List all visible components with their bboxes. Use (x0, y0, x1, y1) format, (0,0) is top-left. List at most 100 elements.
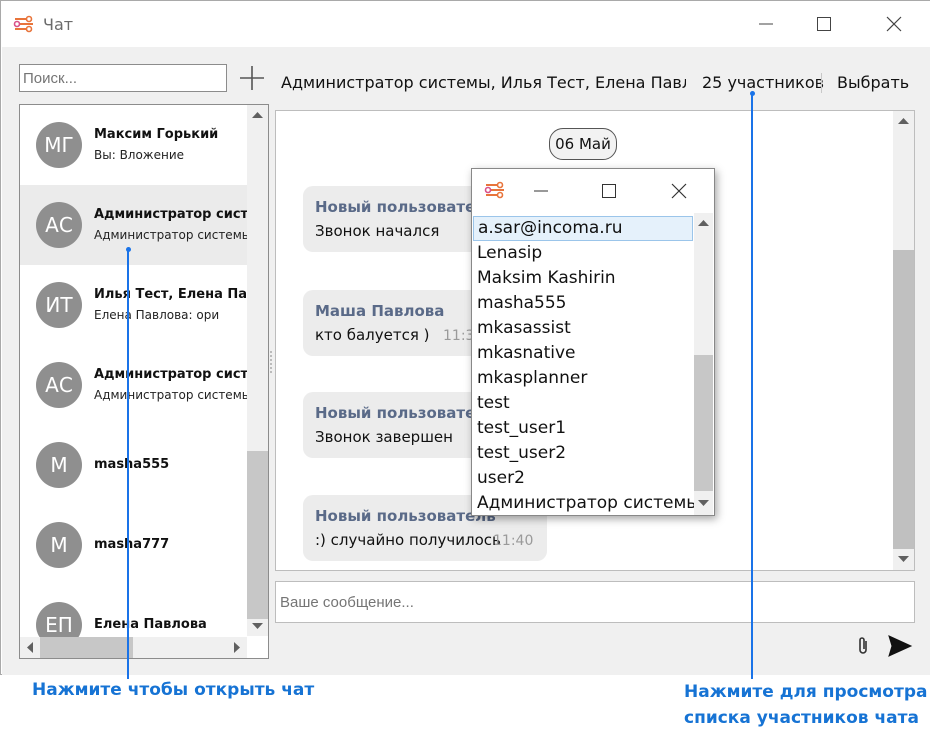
title-bar[interactable]: Чат (1, 1, 931, 47)
annotation-view-participants: Нажмите для просмотра (684, 682, 928, 702)
participant-item[interactable]: mkasnative (473, 341, 693, 366)
popup-close-button[interactable] (656, 169, 702, 212)
scroll-up-icon[interactable] (698, 219, 709, 227)
chat-preview: Администратор системы: (94, 388, 247, 402)
search-input[interactable] (19, 64, 227, 92)
date-separator: 06 Май (549, 128, 617, 160)
chat-window: Чат Администратор системы, Илья Тест, Ел… (0, 0, 931, 675)
participant-item[interactable]: Lenasip (473, 241, 693, 266)
chat-name: Елена Павлова (94, 617, 207, 632)
minimize-icon (534, 190, 548, 191)
message-vertical-scrollbar[interactable] (893, 111, 914, 570)
message-time: 11:3 (443, 328, 475, 344)
chat-list: МГ Максим Горький Вы: Вложение АС Админи… (19, 104, 269, 659)
chat-list-horizontal-scrollbar[interactable] (20, 637, 247, 658)
scroll-track (247, 125, 268, 447)
scroll-up-icon[interactable] (898, 117, 909, 125)
close-button[interactable] (871, 1, 917, 47)
participant-item[interactable]: test (473, 391, 693, 416)
chat-preview: Администратор системы: (94, 228, 247, 242)
scroll-thumb[interactable] (893, 250, 914, 549)
chat-name: Администратор системы (94, 367, 247, 382)
message-text: кто балуется ) (315, 326, 430, 344)
splitter-handle[interactable] (270, 351, 274, 373)
chat-list-item[interactable]: М masha777 (20, 505, 247, 585)
annotation-line (127, 249, 129, 679)
participant-item[interactable]: mkasassist (473, 316, 693, 341)
participant-item[interactable]: mkasplanner (473, 366, 693, 391)
message-sender: Новый пользователь (315, 404, 496, 422)
chat-list-item[interactable]: АС Администратор системы Администратор с… (20, 345, 247, 425)
app-logo-icon (484, 181, 504, 199)
annotation-view-participants-2: списка участников чата (684, 708, 919, 728)
popup-minimize-button[interactable] (518, 169, 564, 212)
chat-preview: Елена Павлова: ори (94, 308, 220, 322)
participant-item[interactable]: a.sar@incoma.ru (473, 216, 693, 241)
avatar: МГ (36, 122, 82, 168)
scroll-right-icon[interactable] (233, 642, 241, 653)
popup-title-bar[interactable] (472, 169, 714, 212)
participant-item[interactable]: Maksim Kashirin (473, 266, 693, 291)
participant-item[interactable]: user2 (473, 466, 693, 491)
chat-name: masha777 (94, 537, 170, 552)
message-sender: Маша Павлова (315, 302, 445, 320)
participant-item[interactable]: test_user2 (473, 441, 693, 466)
participants-button[interactable]: 25 участников (702, 73, 824, 92)
attach-icon[interactable] (853, 635, 873, 657)
scroll-down-icon[interactable] (898, 555, 909, 563)
message-time: 11:40 (493, 533, 534, 549)
message-text: Звонок начался (315, 222, 440, 240)
toolbar-divider (821, 73, 822, 93)
chat-list-item[interactable]: МГ Максим Горький Вы: Вложение (20, 105, 247, 185)
participant-item[interactable]: test_user1 (473, 416, 693, 441)
participants-popup: a.sar@incoma.ru Lenasip Maksim Kashirin … (471, 168, 715, 516)
avatar: АС (36, 362, 82, 408)
close-icon (671, 183, 687, 198)
maximize-icon (817, 17, 831, 31)
minimize-icon (759, 23, 773, 25)
chat-list-vertical-scrollbar[interactable] (247, 105, 268, 636)
avatar: ИТ (36, 282, 82, 328)
message-input[interactable] (275, 581, 915, 623)
participant-item[interactable]: Администратор системы (473, 491, 700, 515)
chat-name: Илья Тест, Елена Павлова (94, 287, 247, 302)
close-icon (886, 16, 902, 32)
select-button[interactable]: Выбрать (837, 73, 909, 92)
chat-list-item[interactable]: М masha555 (20, 425, 247, 505)
chat-name: masha555 (94, 457, 170, 472)
participant-list: a.sar@incoma.ru Lenasip Maksim Kashirin … (473, 213, 713, 515)
scroll-thumb[interactable] (40, 637, 133, 658)
send-icon[interactable] (887, 633, 913, 659)
avatar: АС (36, 202, 82, 248)
message-text: :) случайно получилось (315, 531, 501, 549)
scroll-down-icon[interactable] (698, 499, 709, 507)
new-chat-button[interactable] (237, 63, 267, 93)
chat-name: Максим Горький (94, 127, 219, 142)
participant-item[interactable]: masha555 (473, 291, 693, 316)
annotation-line (751, 93, 753, 679)
annotation-open-chat: Нажмите чтобы открыть чат (32, 680, 315, 700)
chat-name: Администратор системы (94, 207, 247, 222)
chat-preview: Вы: Вложение (94, 148, 185, 162)
scroll-thumb[interactable] (694, 355, 713, 491)
scroll-track (694, 233, 713, 355)
chat-title: Администратор системы, Илья Тест, Елена … (281, 73, 686, 92)
scroll-down-icon[interactable] (252, 622, 263, 630)
scroll-left-icon[interactable] (26, 642, 34, 653)
maximize-button[interactable] (801, 1, 847, 47)
plus-icon (240, 66, 264, 90)
window-title: Чат (43, 15, 74, 34)
scroll-up-icon[interactable] (252, 111, 263, 119)
app-logo-icon (13, 15, 33, 33)
maximize-icon (602, 183, 616, 198)
message-sender: Новый пользователь (315, 507, 496, 525)
chat-list-item[interactable]: ИТ Илья Тест, Елена Павлова Елена Павлов… (20, 265, 247, 345)
scroll-thumb[interactable] (247, 451, 268, 619)
message-sender: Новый пользователь (315, 198, 496, 216)
chat-list-item[interactable]: АС Администратор системы Администратор с… (20, 185, 247, 265)
minimize-button[interactable] (743, 1, 789, 47)
avatar: М (36, 442, 82, 488)
popup-maximize-button[interactable] (586, 169, 632, 212)
avatar: М (36, 522, 82, 568)
participant-list-scrollbar[interactable] (694, 213, 713, 515)
